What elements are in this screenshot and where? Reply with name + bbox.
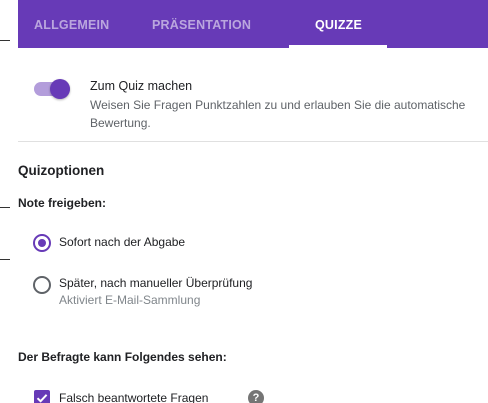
make-quiz-label: Zum Quiz machen [90, 79, 193, 93]
radio-later-sublabel: Aktiviert E-Mail-Sammlung [59, 293, 201, 307]
tab-allgemein[interactable]: ALLGEMEIN [34, 0, 109, 48]
respondent-can-see-heading: Der Befragte kann Folgendes sehen: [18, 350, 227, 364]
toggle-thumb [50, 79, 70, 99]
radio-selected-dot [38, 239, 46, 247]
help-circle-icon[interactable]: ? [248, 390, 264, 403]
edge-tick-top [0, 40, 10, 41]
edge-tick-lower [0, 259, 10, 260]
quiz-options-title: Quizoptionen [18, 163, 105, 178]
radio-immediately-label[interactable]: Sofort nach der Abgabe [59, 235, 185, 249]
check-icon [36, 394, 48, 403]
radio-immediately[interactable] [33, 234, 51, 252]
active-tab-indicator [289, 45, 387, 48]
section-divider [18, 141, 488, 142]
tab-quizze[interactable]: QUIZZE [315, 0, 362, 48]
make-quiz-description: Weisen Sie Fragen Punktzahlen zu und erl… [90, 98, 466, 130]
make-quiz-toggle[interactable] [34, 79, 70, 99]
release-grade-heading: Note freigeben: [18, 196, 107, 210]
settings-tab-bar: ALLGEMEIN PRÄSENTATION QUIZZE [18, 0, 488, 48]
missed-questions-label[interactable]: Falsch beantwortete Fragen [59, 391, 208, 403]
quiz-settings-panel: ALLGEMEIN PRÄSENTATION QUIZZE Zum Quiz m… [18, 0, 488, 403]
checkbox-missed-questions[interactable] [34, 390, 50, 403]
radio-later-label[interactable]: Später, nach manueller Überprüfung [59, 276, 252, 290]
tab-praesentation[interactable]: PRÄSENTATION [152, 0, 251, 48]
radio-later-manual-review[interactable] [33, 276, 51, 294]
edge-tick-middle [0, 207, 10, 208]
